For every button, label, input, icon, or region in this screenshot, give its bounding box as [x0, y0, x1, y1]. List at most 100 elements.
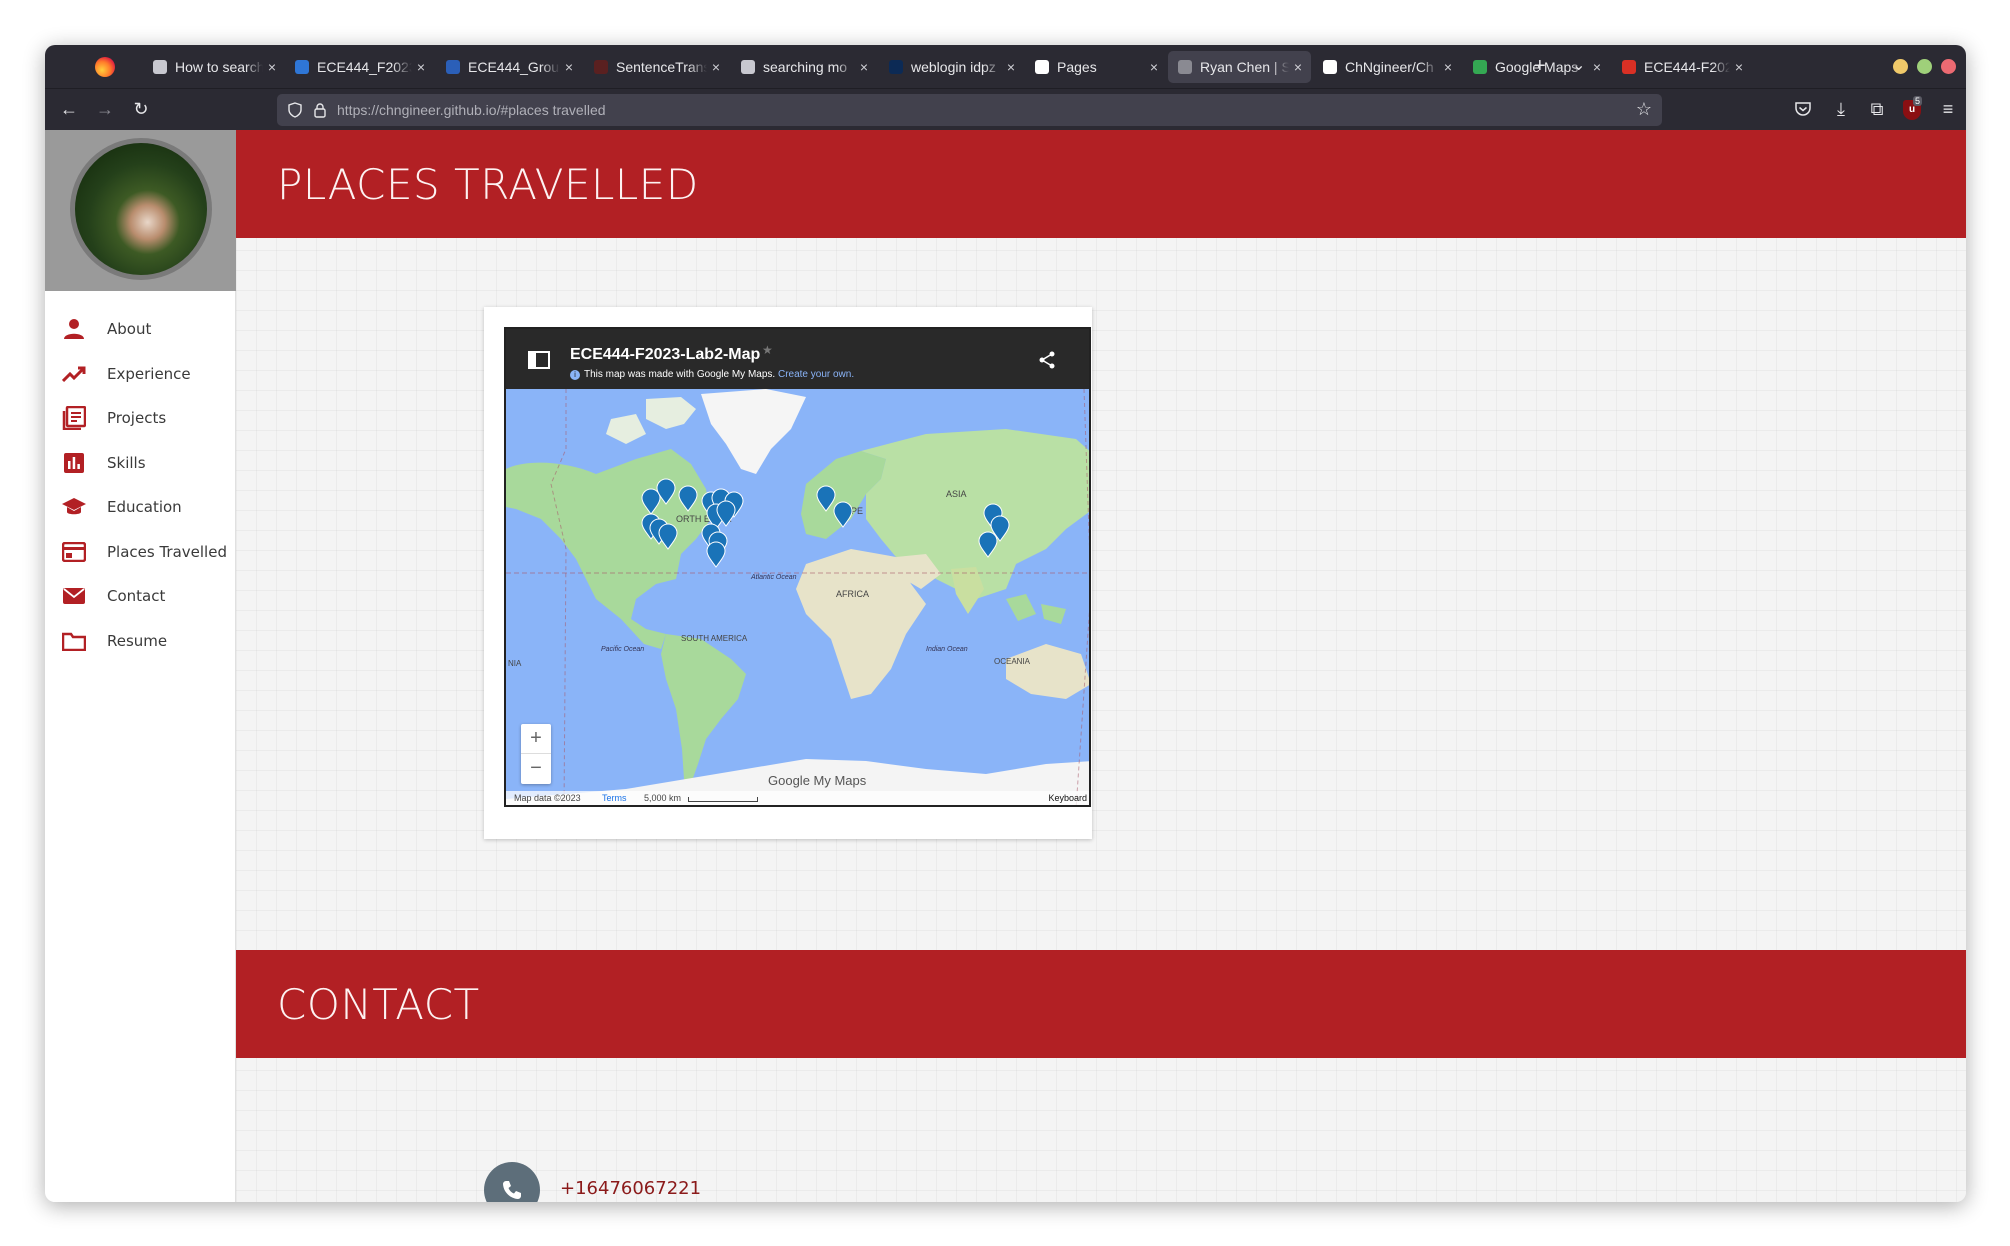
- zoom-out-button[interactable]: −: [521, 754, 551, 784]
- tab-close-icon[interactable]: ×: [1588, 59, 1606, 75]
- tab-6[interactable]: Pages ×: [1025, 51, 1167, 83]
- map-legend-toggle-icon[interactable]: [528, 351, 550, 369]
- map-label-atlantic: Atlantic Ocean: [750, 574, 797, 581]
- map-label-oceania: OCEANIA: [994, 657, 1031, 666]
- tab-title: ECE444_Group: [468, 59, 560, 75]
- map-label-south-america: SOUTH AMERICA: [681, 634, 748, 643]
- tab-close-icon[interactable]: ×: [1439, 59, 1457, 75]
- tab-5[interactable]: weblogin idpz ×: [879, 51, 1024, 83]
- tab-title: Ryan Chen | S: [1200, 59, 1289, 75]
- graduation-cap-icon: [61, 494, 87, 520]
- address-bar[interactable]: https://chngineer.github.io/#places trav…: [277, 94, 1662, 126]
- map-note-text: This map was made with Google My Maps.: [584, 369, 776, 380]
- phone-number[interactable]: +16476067221: [560, 1178, 701, 1199]
- tab-title: weblogin idpz: [911, 59, 996, 75]
- world-map[interactable]: ASIA OPE ORTH ERICA AFRICA Atlantic Ocea…: [506, 389, 1091, 807]
- list-tabs-chevron-icon[interactable]: ⌄: [1572, 55, 1585, 77]
- sidebar-item-places-travelled[interactable]: Places Travelled: [61, 533, 231, 571]
- map-label-asia: ASIA: [946, 489, 967, 499]
- tab-close-icon[interactable]: ×: [1145, 59, 1163, 75]
- close-window-button[interactable]: [1941, 59, 1956, 74]
- downloads-icon[interactable]: ⤓: [1829, 97, 1853, 121]
- tab-7[interactable]: Ryan Chen | S ×: [1168, 51, 1311, 83]
- tab-close-icon[interactable]: ×: [263, 59, 281, 75]
- pocket-icon[interactable]: [1794, 100, 1812, 118]
- tab-favicon-icon: [741, 60, 755, 74]
- tab-close-icon[interactable]: ×: [1289, 59, 1307, 75]
- tab-8[interactable]: ChNgineer/Ch ×: [1313, 51, 1461, 83]
- browser-window: How to search × ECE444_F2023 × ECE444_Group ×…: [45, 45, 1966, 1202]
- tab-favicon-icon: [594, 60, 608, 74]
- tab-favicon-icon: [295, 60, 309, 74]
- minimize-button[interactable]: [1893, 59, 1908, 74]
- map-header: ECE444-F2023-Lab2-Map ★ i This map was ma…: [506, 329, 1089, 389]
- reload-icon[interactable]: ↻: [129, 97, 153, 121]
- tab-title: ECE444_F2023: [317, 59, 412, 75]
- maximize-button[interactable]: [1917, 59, 1932, 74]
- lock-icon[interactable]: [313, 102, 327, 118]
- tab-3[interactable]: SentenceTrans ×: [584, 51, 729, 83]
- tab-favicon-icon: [1178, 60, 1192, 74]
- map-star-icon[interactable]: ★: [762, 343, 773, 357]
- tab-close-icon[interactable]: ×: [1002, 59, 1020, 75]
- sidebar-item-label: Projects: [107, 409, 167, 427]
- map-label-indian: Indian Ocean: [926, 646, 968, 653]
- tab-close-icon[interactable]: ×: [560, 59, 578, 75]
- sidebar-item-skills[interactable]: Skills: [61, 444, 231, 482]
- tab-favicon-icon: [1323, 60, 1337, 74]
- envelope-icon: [61, 583, 87, 609]
- tab-title: ECE444-F2023: [1644, 59, 1730, 75]
- sidebar-item-about[interactable]: About: [61, 310, 231, 348]
- firefox-icon[interactable]: [95, 57, 115, 77]
- tab-close-icon[interactable]: ×: [707, 59, 725, 75]
- tab-close-icon[interactable]: ×: [855, 59, 873, 75]
- tab-0[interactable]: How to search ×: [143, 51, 285, 83]
- map-terms-link[interactable]: Terms: [602, 793, 627, 803]
- share-icon[interactable]: [1038, 351, 1056, 369]
- person-icon: [61, 316, 87, 342]
- map-label-africa: AFRICA: [836, 589, 869, 599]
- sidebar-item-projects[interactable]: Projects: [61, 399, 231, 437]
- tab-favicon-icon: [153, 60, 167, 74]
- tab-2[interactable]: ECE444_Group ×: [436, 51, 582, 83]
- map-title[interactable]: ECE444-F2023-Lab2-Map: [570, 346, 760, 364]
- sidebar-item-label: Places Travelled: [107, 543, 227, 561]
- zoom-in-button[interactable]: +: [521, 724, 551, 754]
- back-arrow-icon[interactable]: ←: [57, 97, 81, 121]
- articles-icon: [61, 405, 87, 431]
- sidebar-item-resume[interactable]: Resume: [61, 622, 231, 660]
- embedded-map[interactable]: ECE444-F2023-Lab2-Map ★ i This map was ma…: [504, 327, 1091, 807]
- sidebar-item-label: Education: [107, 498, 182, 516]
- sidebar-item-education[interactable]: Education: [61, 488, 231, 526]
- tab-1[interactable]: ECE444_F2023 ×: [285, 51, 434, 83]
- new-tab-button[interactable]: +: [1534, 55, 1546, 77]
- sidebar-item-contact[interactable]: Contact: [61, 577, 231, 615]
- card-icon: [61, 539, 87, 565]
- create-map-link[interactable]: Create your own.: [778, 369, 854, 380]
- tab-4[interactable]: searching mo ×: [731, 51, 877, 83]
- phone-icon: [484, 1162, 540, 1202]
- zoom-controls: + −: [521, 724, 551, 784]
- map-keyboard-shortcuts[interactable]: Keyboard: [1048, 793, 1087, 803]
- sidebar-item-label: Resume: [107, 632, 168, 650]
- sidebar-item-label: Experience: [107, 365, 191, 383]
- extension-badge: 5: [1913, 96, 1923, 106]
- tab-favicon-icon: [1622, 60, 1636, 74]
- map-note: i This map was made with Google My Maps. …: [570, 369, 854, 380]
- bar-chart-icon: [61, 450, 87, 476]
- sidebar: About Experience Projects Skills Education Pl…: [45, 130, 236, 1202]
- main-content: PLACES TRAVELLED ECE444-F2023-Lab2-Map ★…: [236, 130, 1966, 1202]
- forward-arrow-icon[interactable]: →: [93, 97, 117, 121]
- tab-favicon-icon: [1473, 60, 1487, 74]
- url-text[interactable]: https://chngineer.github.io/#places trav…: [337, 102, 606, 118]
- map-scale: 5,000 km: [644, 793, 682, 803]
- map-footer: Map data ©2023 Terms 5,000 km Keyboard: [506, 791, 1089, 805]
- tab-10[interactable]: ECE444-F2023×: [1612, 51, 1752, 83]
- menu-hamburger-icon[interactable]: ≡: [1936, 97, 1960, 121]
- bookmark-star-icon[interactable]: ☆: [1636, 99, 1652, 120]
- sidebar-item-experience[interactable]: Experience: [61, 355, 231, 393]
- tab-close-icon[interactable]: ×: [412, 59, 430, 75]
- extensions-icon[interactable]: ⧉: [1865, 97, 1889, 121]
- tab-close-icon[interactable]: ×: [1730, 59, 1748, 75]
- shield-icon[interactable]: [287, 102, 303, 118]
